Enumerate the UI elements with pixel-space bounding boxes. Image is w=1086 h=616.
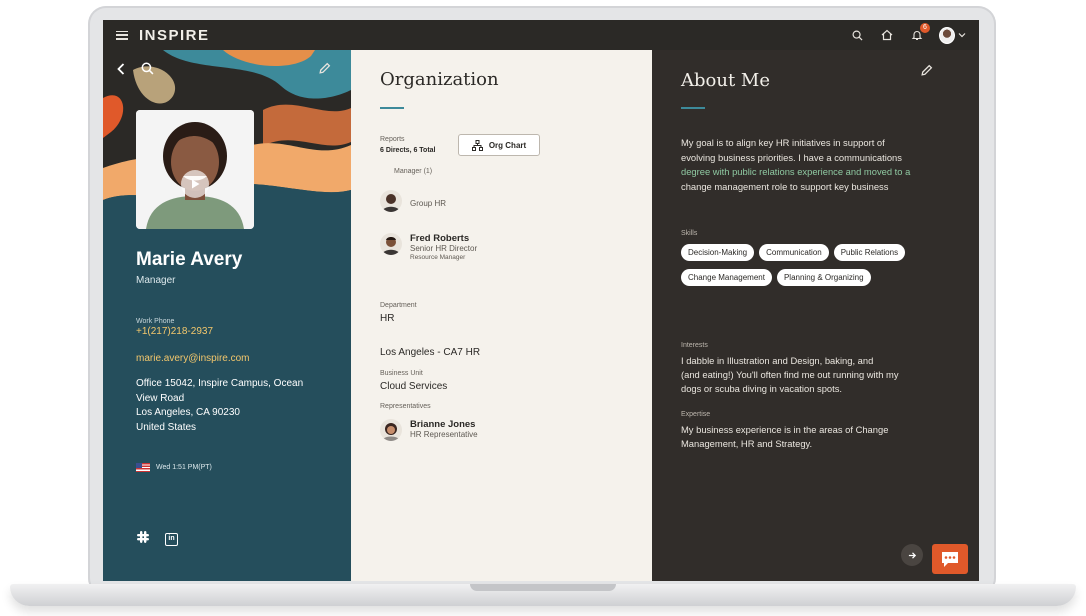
chat-icon <box>942 551 958 567</box>
title-underline <box>380 107 404 109</box>
resource-manager-card[interactable]: Fred Roberts Senior HR Director Resource… <box>380 233 477 261</box>
slack-icon[interactable] <box>136 530 150 549</box>
profile-toolbar <box>103 60 351 80</box>
local-time: Wed 1:51 PM(PT) <box>136 463 212 472</box>
pencil-icon[interactable] <box>318 62 331 80</box>
brand-logo: INSPIRE <box>139 26 210 44</box>
skill-chip[interactable]: Public Relations <box>833 244 906 261</box>
notification-badge: 6 <box>920 23 930 33</box>
us-flag-icon <box>136 463 150 472</box>
app-screen: INSPIRE 6 Marie Avery Manager Work Phone… <box>103 20 979 581</box>
search-icon[interactable] <box>849 27 865 43</box>
chevron-down-icon[interactable] <box>957 27 967 43</box>
person-subtitle: Resource Manager <box>410 254 466 261</box>
person-name: Brianne Jones <box>410 419 476 430</box>
skill-chip[interactable]: Planning & Organizing <box>776 269 871 286</box>
work-phone-label: Work Phone <box>136 318 175 325</box>
home-icon[interactable] <box>879 27 895 43</box>
top-bar-actions: 6 <box>849 23 967 44</box>
top-bar: INSPIRE 6 <box>103 20 979 50</box>
about-line: degree with public relations experience … <box>681 166 911 178</box>
about-line: change management role to support key bu… <box>681 180 889 192</box>
expertise-text: My business experience is in the areas o… <box>681 423 931 451</box>
address-line: Los Angeles, CA 90230 <box>136 407 240 419</box>
local-time-text: Wed 1:51 PM(PT) <box>156 464 212 471</box>
play-video-button[interactable] <box>181 170 209 198</box>
address-line: View Road <box>136 392 185 404</box>
skills-list: Decision-Making Communication Public Rel… <box>681 244 921 286</box>
section-title: Organization <box>380 69 499 90</box>
user-menu[interactable] <box>939 26 955 44</box>
profile-role: Manager <box>136 275 176 286</box>
representative-card[interactable]: Brianne Jones HR Representative <box>380 419 478 441</box>
arrow-right-icon <box>908 551 916 559</box>
org-chart-button[interactable]: Org Chart <box>458 134 540 156</box>
hamburger-icon[interactable] <box>116 30 128 40</box>
organization-panel: Organization Reports 6 Directs, 6 Total … <box>351 50 652 581</box>
expertise-line: Management, HR and Strategy. <box>681 438 813 449</box>
interests-text: I dabble in Illustration and Design, bak… <box>681 354 931 396</box>
address-line: United States <box>136 421 197 433</box>
reports-label: Reports <box>380 136 405 143</box>
skill-chip[interactable]: Decision-Making <box>681 244 755 261</box>
manager-title: Group HR <box>410 199 447 208</box>
email-link[interactable]: marie.avery@inspire.com <box>136 353 250 364</box>
social-links: in <box>136 530 178 549</box>
reports-value: 6 Directs, 6 Total <box>380 147 436 154</box>
next-button[interactable] <box>901 544 923 566</box>
department-label: Department <box>380 302 417 309</box>
skills-label: Skills <box>681 230 698 237</box>
avatar <box>939 26 955 44</box>
section-title: About Me <box>681 70 770 91</box>
search-icon[interactable] <box>141 62 154 80</box>
interests-line: dogs or scuba diving in vacation spots. <box>681 383 843 394</box>
skill-chip[interactable]: Change Management <box>681 269 772 286</box>
expertise-line: My business experience is in the areas o… <box>681 424 889 435</box>
profile-panel: Marie Avery Manager Work Phone +1(217)21… <box>103 50 351 581</box>
manager-card[interactable]: Group HR <box>380 190 446 212</box>
pencil-icon[interactable] <box>920 64 933 82</box>
avatar <box>380 233 402 255</box>
chevron-left-icon[interactable] <box>116 62 126 81</box>
about-line: My goal is to align key HR initiatives i… <box>681 137 885 148</box>
office-address: Office 15042, Inspire Campus, Ocean View… <box>136 377 311 435</box>
address-line: Office 15042, Inspire Campus, Ocean <box>136 378 304 389</box>
about-me-text: My goal is to align key HR initiatives i… <box>681 136 931 194</box>
interests-line: I dabble in Illustration and Design, bak… <box>681 355 874 366</box>
notifications-button[interactable]: 6 <box>909 23 930 43</box>
work-phone-link[interactable]: +1(217)218-2937 <box>136 326 213 337</box>
title-underline <box>681 107 705 109</box>
person-title: HR Representative <box>410 430 478 439</box>
avatar <box>380 190 402 212</box>
interests-line: (and eating!) You'll often find me out r… <box>681 369 899 380</box>
representatives-label: Representatives <box>380 403 431 410</box>
about-line: evolving business priorities. I have a c… <box>681 151 902 163</box>
play-icon <box>192 179 200 189</box>
org-chart-icon <box>471 139 483 151</box>
manager-label: Manager (1) <box>394 168 433 175</box>
skill-chip[interactable]: Communication <box>759 244 829 261</box>
department-value: HR <box>380 313 395 324</box>
business-unit-value: Cloud Services <box>380 381 448 392</box>
person-title: Senior HR Director <box>410 244 478 253</box>
laptop-notch <box>470 584 616 591</box>
interests-label: Interests <box>681 342 708 349</box>
org-chart-label: Org Chart <box>488 140 527 150</box>
person-name: Fred Roberts <box>410 233 470 244</box>
avatar <box>380 419 402 441</box>
location-value: Los Angeles - CA7 HR <box>380 347 481 358</box>
linkedin-icon[interactable]: in <box>165 533 178 546</box>
chat-button[interactable] <box>932 544 968 574</box>
about-me-panel: About Me My goal is to align key HR init… <box>652 50 979 581</box>
profile-name: Marie Avery <box>136 249 243 270</box>
expertise-label: Expertise <box>681 411 711 418</box>
business-unit-label: Business Unit <box>380 370 423 377</box>
